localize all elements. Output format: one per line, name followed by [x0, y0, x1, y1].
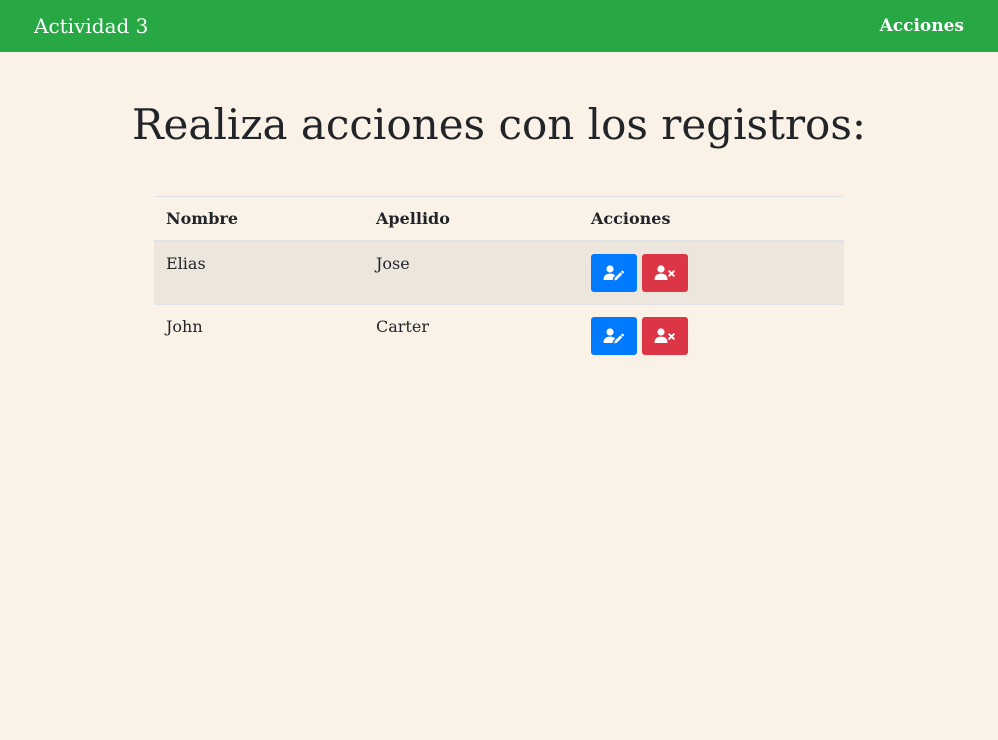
header-acciones: Acciones [579, 196, 844, 242]
navbar: Actividad 3 Acciones [0, 0, 998, 52]
cell-apellido: Carter [364, 303, 579, 367]
header-nombre: Nombre [154, 196, 364, 242]
user-edit-icon [603, 327, 625, 344]
delete-button[interactable] [642, 316, 688, 355]
navbar-brand[interactable]: Actividad 3 [34, 14, 148, 38]
cell-apellido: Jose [364, 240, 579, 304]
nav-link-acciones[interactable]: Acciones [880, 16, 964, 36]
edit-button[interactable] [591, 316, 637, 355]
user-edit-icon [603, 264, 625, 281]
table-row: John Carter [154, 303, 844, 367]
delete-button[interactable] [642, 253, 688, 292]
cell-nombre: Elias [154, 240, 364, 304]
table-header-row: Nombre Apellido Acciones [154, 196, 844, 242]
header-apellido: Apellido [364, 196, 579, 242]
user-times-icon [654, 264, 676, 281]
cell-acciones [579, 303, 844, 367]
records-table: Nombre Apellido Acciones Elias Jose John… [154, 196, 844, 367]
edit-button[interactable] [591, 253, 637, 292]
cell-nombre: John [154, 303, 364, 367]
cell-acciones [579, 240, 844, 304]
page-title: Realiza acciones con los registros: [131, 100, 867, 149]
table-row: Elias Jose [154, 240, 844, 304]
user-times-icon [654, 327, 676, 344]
